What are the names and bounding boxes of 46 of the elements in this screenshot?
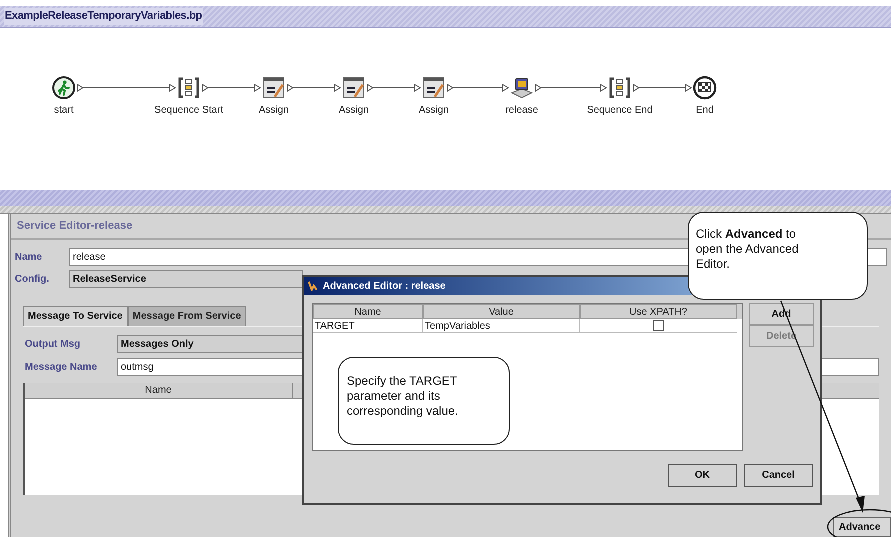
node-label: End <box>696 104 714 118</box>
tab[interactable]: Message From Service <box>128 306 246 326</box>
node-label: start <box>54 104 74 118</box>
checkbox[interactable] <box>653 320 664 331</box>
document-title: ExampleReleaseTemporaryVariables.bp <box>4 8 204 25</box>
callout-tooltip: Click Advanced to open the Advanced Editor. <box>688 212 868 300</box>
runner-icon[interactable] <box>52 76 76 100</box>
node-label: Assign <box>259 104 289 118</box>
connector-arrow <box>447 84 509 92</box>
readonly-field[interactable]: ReleaseService <box>69 270 303 288</box>
node-label: release <box>506 104 538 118</box>
callout-tooltip: Specify the TARGET parameter and its corresponding value. <box>338 357 510 445</box>
panel-title: Service Editor-release <box>17 218 133 234</box>
assign-pencil-icon[interactable] <box>342 76 366 100</box>
connector-arrow <box>367 84 421 92</box>
connector-arrow <box>287 84 341 92</box>
connector-arrow <box>202 84 261 92</box>
column-header: Name <box>313 304 423 319</box>
checkered-flag-icon[interactable] <box>693 76 717 100</box>
field-label: Name <box>15 250 44 264</box>
column-header: Value <box>423 304 580 319</box>
dialog-title: Advanced Editor : release <box>323 280 446 294</box>
tab[interactable]: Message To Service <box>23 306 128 326</box>
bracket-list-icon[interactable] <box>177 76 201 100</box>
connector-arrow <box>535 84 607 92</box>
node-label: Assign <box>339 104 369 118</box>
dialog-button[interactable]: Cancel <box>744 464 813 487</box>
node-label: Assign <box>419 104 449 118</box>
column-header: Use XPATH? <box>580 304 737 319</box>
assign-pencil-icon[interactable] <box>422 76 446 100</box>
dialog-button[interactable]: OK <box>668 464 737 487</box>
field-label: Message Name <box>25 360 98 374</box>
table-cell: TARGET <box>313 319 423 333</box>
table-cell: TempVariables <box>423 319 580 333</box>
column-header: Name <box>25 383 293 398</box>
panel-divider-bar[interactable] <box>0 206 891 214</box>
assign-pencil-icon[interactable] <box>262 76 286 100</box>
computer-icon[interactable] <box>510 76 534 100</box>
node-label: Sequence Start <box>154 104 224 118</box>
field-label: Output Msg <box>25 338 82 352</box>
node-label: Sequence End <box>587 104 653 118</box>
app-icon <box>308 281 318 291</box>
connector-arrow <box>633 84 692 92</box>
advanced-button[interactable]: Advance <box>833 517 891 537</box>
bracket-list-icon[interactable] <box>608 76 632 100</box>
field-label: Config. <box>15 272 50 286</box>
